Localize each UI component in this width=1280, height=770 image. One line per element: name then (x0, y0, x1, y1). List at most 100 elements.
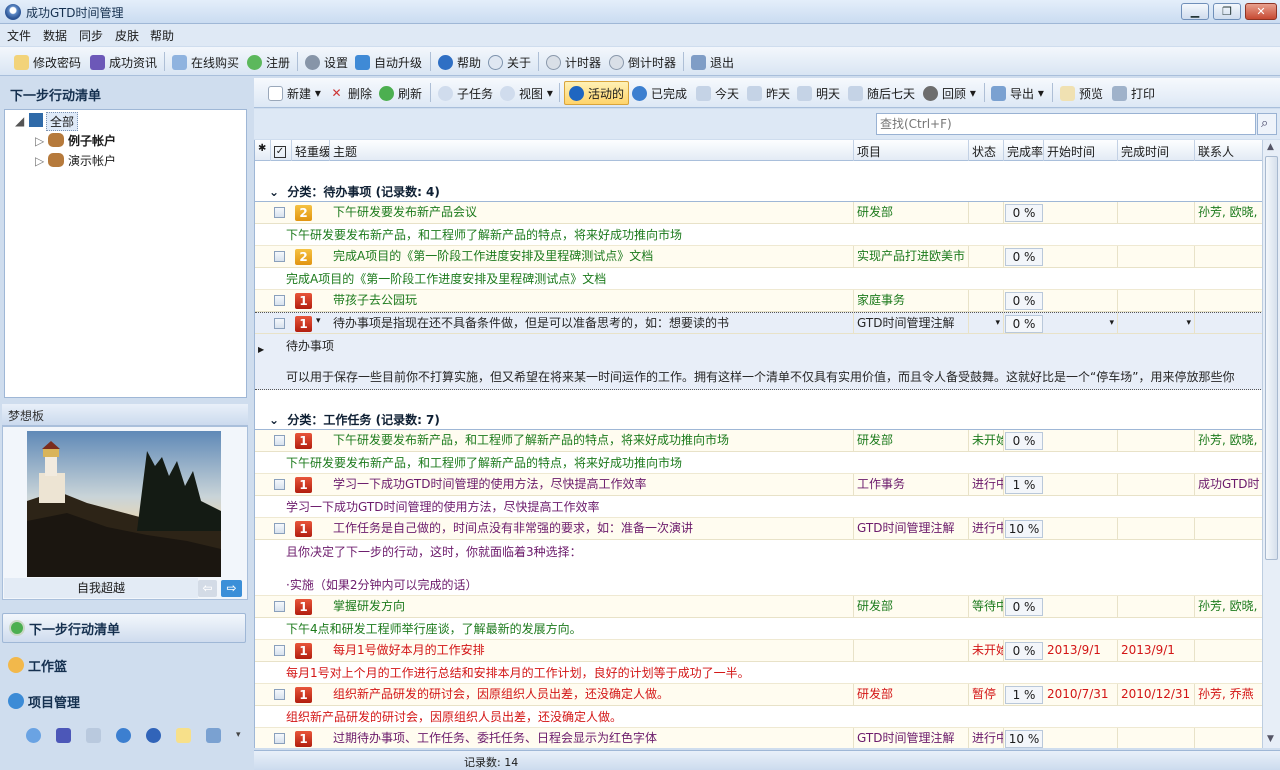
tree-item-all[interactable]: 全部 (46, 112, 79, 131)
export-button[interactable]: 导出 ▾ (991, 84, 1044, 102)
row-checkbox[interactable] (274, 295, 285, 306)
about-button[interactable]: 关于 (488, 53, 531, 71)
filter-completed-button[interactable]: 已完成 (632, 84, 687, 102)
row-checkbox[interactable] (274, 601, 285, 612)
subtask-button[interactable]: 子任务 (438, 84, 493, 102)
scroll-thumb[interactable] (1265, 156, 1278, 560)
scroll-up-icon[interactable]: ▲ (1267, 142, 1274, 152)
row-checkbox[interactable] (274, 733, 285, 744)
filter-next-seven-days-button[interactable]: 随后七天 (848, 84, 915, 102)
row-checkbox[interactable] (274, 523, 285, 534)
col-priority[interactable]: 轻重缓急 (292, 140, 330, 161)
col-subject[interactable]: 主题 (330, 140, 854, 161)
col-percent[interactable]: 完成率 (1004, 140, 1044, 161)
row-checkbox[interactable] (274, 435, 285, 446)
menu-help[interactable]: 帮助 (150, 27, 174, 44)
exit-button[interactable]: 退出 (691, 53, 734, 71)
row-checkbox[interactable] (274, 645, 285, 656)
change-password-button[interactable]: 修改密码 (14, 53, 81, 71)
table-row[interactable]: 1 每月1号做好本月的工作安排 未开始 0 % 2013/9/1 2013/9/… (255, 640, 1262, 662)
project-cell[interactable]: GTD时间管理注解 (854, 313, 969, 334)
table-row[interactable]: 1 过期待办事项、工作任务、委托任务、日程会显示为红色字体 GTD时间管理注解 … (255, 728, 1262, 748)
help-button[interactable]: 帮助 (438, 53, 481, 71)
table-row[interactable]: 1 下午研发要发布新产品，和工程师了解新产品的特点，将来好成功推向市场 研发部 … (255, 430, 1262, 452)
table-row[interactable]: 1 学习一下成功GTD时间管理的使用方法，尽快提高工作效率 工作事务 进行中 1… (255, 474, 1262, 496)
timer-button[interactable]: 计时器 (546, 53, 601, 71)
row-checkbox[interactable] (274, 207, 285, 218)
menu-skin[interactable]: 皮肤 (115, 27, 139, 44)
mini-folder-icon[interactable] (206, 727, 221, 743)
tree-expand-icon[interactable]: ▷ (35, 154, 44, 168)
mini-users-icon[interactable] (26, 727, 41, 743)
select-all-checkbox[interactable]: ✓ (271, 140, 292, 161)
menu-file[interactable]: 文件 (7, 27, 31, 44)
prev-image-button[interactable]: ⇦ (198, 580, 217, 597)
menu-data[interactable]: 数据 (43, 27, 67, 44)
table-row[interactable]: 2 下午研发要发布新产品会议 研发部 0 % 孙芳, 欧晓, (255, 202, 1262, 224)
subject-cell[interactable]: 待办事项是指现在还不具备条件做，但是可以准备思考的，如：想要读的书 (330, 313, 854, 334)
filter-active-button[interactable]: 活动的 (564, 81, 630, 105)
mini-info-icon[interactable] (146, 727, 161, 743)
contact-cell[interactable] (1195, 313, 1262, 334)
table-row[interactable]: 1 带孩子去公园玩 家庭事务 0 % (255, 290, 1262, 312)
preview-button[interactable]: 预览 (1060, 84, 1103, 102)
nav-projects[interactable]: 项目管理 (2, 686, 246, 716)
row-checkbox[interactable] (274, 251, 285, 262)
print-button[interactable]: 打印 (1112, 84, 1155, 102)
group-header[interactable]: ⌄ 分类：工作任务 (记录数: 7) (255, 408, 1262, 430)
tree-collapse-icon[interactable]: ◢ (15, 114, 24, 128)
settings-button[interactable]: 设置 (305, 53, 348, 71)
tree-item-example-account[interactable]: 例子帐户 (68, 132, 116, 149)
search-input[interactable] (876, 113, 1256, 135)
table-row[interactable]: 1 工作任务是自己做的，时间点没有非常强的要求，如：准备一次演讲 GTD时间管理… (255, 518, 1262, 540)
start-dropdown-icon[interactable]: ▾ (1044, 313, 1118, 334)
col-status[interactable]: 状态 (969, 140, 1004, 161)
mini-calendar-icon[interactable] (86, 727, 101, 743)
nav-inbox[interactable]: 工作篮 (2, 650, 246, 680)
refresh-button[interactable]: 刷新 (379, 84, 422, 102)
filter-tomorrow-button[interactable]: 明天 (797, 84, 840, 102)
tree-expand-icon[interactable]: ▷ (35, 134, 44, 148)
priority-dropdown-icon[interactable]: ▾ (316, 316, 321, 326)
table-row-selected[interactable]: 1 ▾ 待办事项是指现在还不具备条件做，但是可以准备思考的，如：想要读的书 GT… (255, 312, 1262, 334)
mini-more-icon[interactable]: ▾ (236, 730, 241, 740)
news-button[interactable]: 成功资讯 (90, 53, 157, 71)
filter-yesterday-button[interactable]: 昨天 (747, 84, 790, 102)
search-button[interactable]: ⌕ (1257, 113, 1277, 135)
vertical-scrollbar[interactable]: ▲ ▼ (1262, 140, 1280, 748)
filter-today-button[interactable]: 今天 (696, 84, 739, 102)
percent-cell[interactable]: 0 % (1005, 315, 1043, 333)
row-checkbox[interactable] (274, 318, 285, 329)
auto-upgrade-button[interactable]: 自动升级 (355, 53, 422, 71)
view-button[interactable]: 视图 ▾ (500, 84, 553, 102)
scroll-down-icon[interactable]: ▼ (1267, 734, 1274, 744)
row-checkbox[interactable] (274, 689, 285, 700)
tree-item-demo-account[interactable]: 演示帐户 (68, 152, 116, 169)
col-start[interactable]: 开始时间 (1044, 140, 1118, 161)
close-button[interactable]: ✕ (1245, 3, 1277, 20)
mini-book-icon[interactable] (56, 727, 71, 743)
next-image-button[interactable]: ⇨ (221, 580, 242, 597)
col-contact[interactable]: 联系人 (1195, 140, 1262, 161)
countdown-button[interactable]: 倒计时器 (609, 53, 676, 71)
review-button[interactable]: 回顾 ▾ (923, 84, 976, 102)
table-row[interactable]: 1 掌握研发方向 研发部 等待中 0 % 孙芳, 欧晓, (255, 596, 1262, 618)
table-row[interactable]: 1 组织新产品研发的研讨会，因原组织人员出差，还没确定人做。 研发部 暂停 1 … (255, 684, 1262, 706)
status-dropdown-icon[interactable]: ▾ (969, 313, 1004, 334)
register-button[interactable]: 注册 (247, 53, 290, 71)
end-dropdown-icon[interactable]: ▾ (1118, 313, 1195, 334)
minimize-button[interactable]: ▁ (1181, 3, 1209, 20)
col-project[interactable]: 项目 (854, 140, 969, 161)
mini-check-icon[interactable] (116, 727, 131, 743)
table-row[interactable]: 2 完成A项目的《第一阶段工作进度安排及里程碑测试点》文档 实现产品打进欧美市 … (255, 246, 1262, 268)
group-header[interactable]: ⌄ 分类：待办事项 (记录数: 4) (255, 180, 1262, 202)
menu-sync[interactable]: 同步 (79, 27, 103, 44)
new-button[interactable]: 新建 ▾ (268, 84, 321, 102)
maximize-button[interactable]: ❐ (1213, 3, 1241, 20)
row-checkbox[interactable] (274, 479, 285, 490)
col-end[interactable]: 完成时间 (1118, 140, 1195, 161)
delete-button[interactable]: ✕ 删除 (329, 84, 372, 102)
nav-next-actions[interactable]: 下一步行动清单 (2, 613, 246, 643)
buy-online-button[interactable]: 在线购买 (172, 53, 239, 71)
mini-note-icon[interactable] (176, 727, 191, 743)
